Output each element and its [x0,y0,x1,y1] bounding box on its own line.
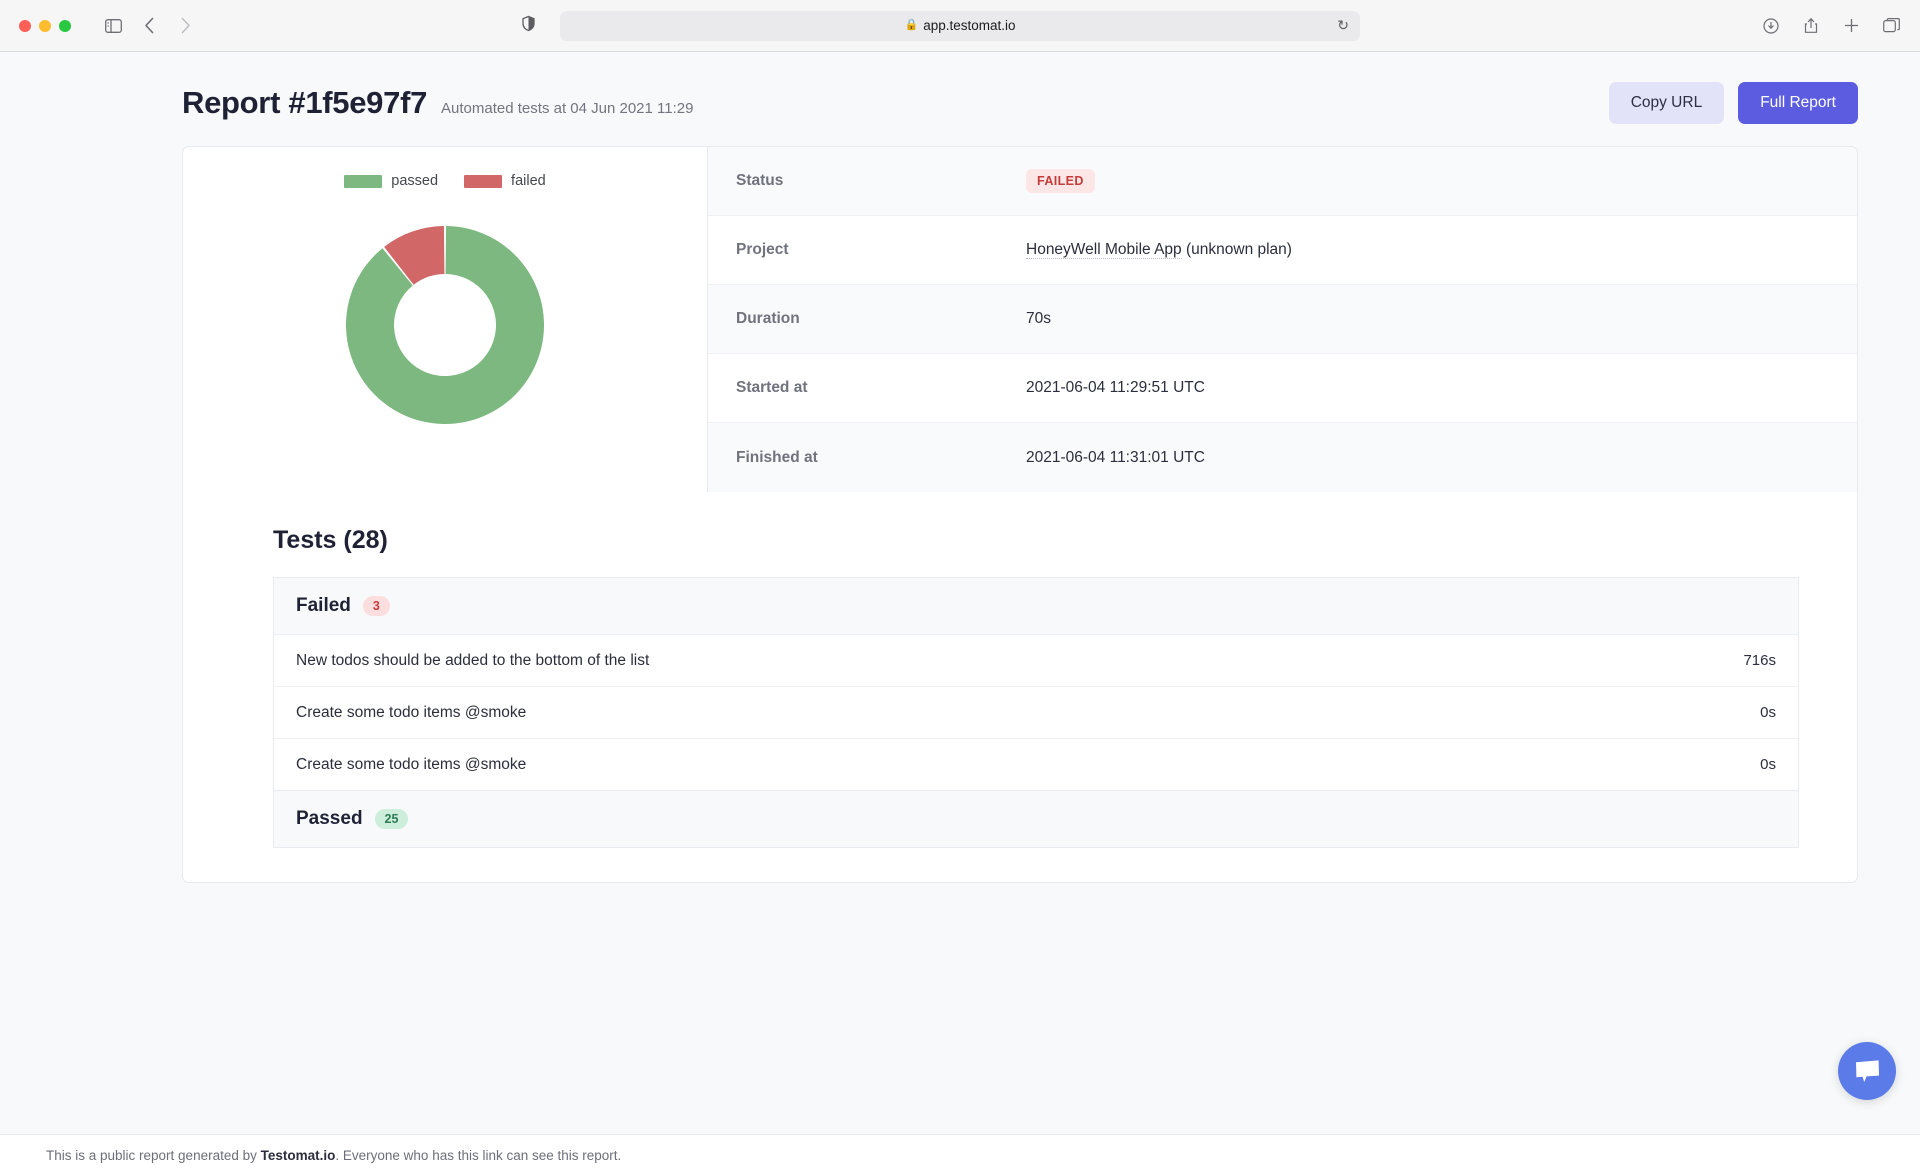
info-label: Duration [736,310,1026,328]
test-group-count-badge: 3 [363,596,390,616]
info-value: FAILED [1026,169,1095,193]
info-value: 70s [1026,310,1051,328]
test-group-name: Failed [296,595,351,617]
test-duration: 0s [1760,756,1776,773]
download-icon[interactable] [1756,12,1786,40]
info-label: Started at [736,379,1026,397]
page-title: Report #1f5e97f7 [182,85,427,121]
lock-icon: 🔒 [904,20,918,31]
tests-section: Tests (28) Failed 3 New todos should be ad… [183,492,1857,882]
full-report-button[interactable]: Full Report [1738,82,1858,124]
legend-swatch-failed [464,175,502,188]
privacy-shield-icon[interactable] [522,15,535,36]
chat-bubble-icon [1854,1059,1881,1084]
page-subtitle: Automated tests at 04 Jun 2021 11:29 [441,100,693,117]
title-row: Report #1f5e97f7 Automated tests at 04 J… [182,85,693,121]
report-card: passed failed StatusFAILEDProjectHoneyWe… [182,146,1858,883]
info-row: StatusFAILED [708,147,1857,216]
test-group-header[interactable]: Passed 25 [274,791,1798,847]
test-group: Passed 25 [273,790,1799,848]
back-arrow-icon[interactable] [133,12,165,40]
test-row[interactable]: Create some todo items @smoke 0s [274,738,1798,790]
window-controls [0,20,71,32]
test-name: Create some todo items @smoke [296,704,526,722]
info-value: 2021-06-04 11:29:51 UTC [1026,379,1205,397]
copy-url-button[interactable]: Copy URL [1609,82,1725,124]
test-name: New todos should be added to the bottom … [296,652,649,670]
chart-pane: passed failed [183,147,708,492]
footer-brand: Testomat.io [261,1148,336,1163]
test-group-header[interactable]: Failed 3 [274,578,1798,634]
test-group-count-badge: 25 [375,809,409,829]
minimize-window-button[interactable] [39,20,51,32]
close-window-button[interactable] [19,20,31,32]
address-bar-container: 🔒 app.testomat.io ↻ [560,11,1360,41]
browser-chrome: 🔒 app.testomat.io ↻ [0,0,1920,52]
chart-legend: passed failed [344,173,545,189]
info-row: Started at2021-06-04 11:29:51 UTC [708,354,1857,423]
browser-toolbar-right [1756,12,1906,40]
donut-chart-svg [321,201,569,449]
address-bar[interactable]: 🔒 app.testomat.io ↻ [560,11,1360,41]
url-text: app.testomat.io [923,18,1015,33]
donut-chart [321,201,569,449]
plus-icon[interactable] [1836,12,1866,40]
info-label: Project [736,241,1026,259]
project-plan: (unknown plan) [1182,241,1292,258]
maximize-window-button[interactable] [59,20,71,32]
project-name[interactable]: HoneyWell Mobile App [1026,241,1182,259]
donut-slice-passed[interactable] [346,226,544,424]
test-duration: 0s [1760,704,1776,721]
status-badge: FAILED [1026,169,1095,193]
share-icon[interactable] [1796,12,1826,40]
info-row: Duration70s [708,285,1857,354]
browser-nav [97,12,201,40]
footer-prefix: This is a public report generated by [46,1148,261,1163]
info-value: 2021-06-04 11:31:01 UTC [1026,449,1205,467]
legend-item-passed: passed [344,173,438,189]
chat-widget-button[interactable] [1838,1042,1896,1100]
footer-suffix: . Everyone who has this link can see thi… [335,1148,621,1163]
info-row: ProjectHoneyWell Mobile App (unknown pla… [708,216,1857,285]
page-body: Report #1f5e97f7 Automated tests at 04 J… [0,52,1920,1176]
page-header: Report #1f5e97f7 Automated tests at 04 J… [0,52,1920,146]
reload-icon[interactable]: ↻ [1337,17,1349,34]
test-groups: Failed 3 New todos should be added to the … [273,577,1799,848]
test-group: Failed 3 New todos should be added to the … [273,577,1799,790]
tab-overview-icon[interactable] [1876,12,1906,40]
test-name: Create some todo items @smoke [296,756,526,774]
info-value: HoneyWell Mobile App (unknown plan) [1026,241,1292,259]
footer-text: This is a public report generated by Tes… [46,1148,621,1163]
legend-label-failed: failed [511,173,546,189]
tests-title: Tests (28) [273,526,1799,555]
info-label: Status [736,172,1026,190]
test-row[interactable]: Create some todo items @smoke 0s [274,686,1798,738]
page-footer: This is a public report generated by Tes… [0,1134,1920,1176]
sidebar-toggle-icon[interactable] [97,12,129,40]
forward-arrow-icon[interactable] [169,12,201,40]
header-actions: Copy URL Full Report [1609,82,1858,124]
test-group-name: Passed [296,808,363,830]
legend-item-failed: failed [464,173,546,189]
legend-label-passed: passed [391,173,438,189]
info-label: Finished at [736,449,1026,467]
report-info-table: StatusFAILEDProjectHoneyWell Mobile App … [708,147,1857,492]
legend-swatch-passed [344,175,382,188]
test-duration: 716s [1743,652,1776,669]
test-row[interactable]: New todos should be added to the bottom … [274,634,1798,686]
card-top: passed failed StatusFAILEDProjectHoneyWe… [183,147,1857,492]
info-row: Finished at2021-06-04 11:31:01 UTC [708,423,1857,492]
